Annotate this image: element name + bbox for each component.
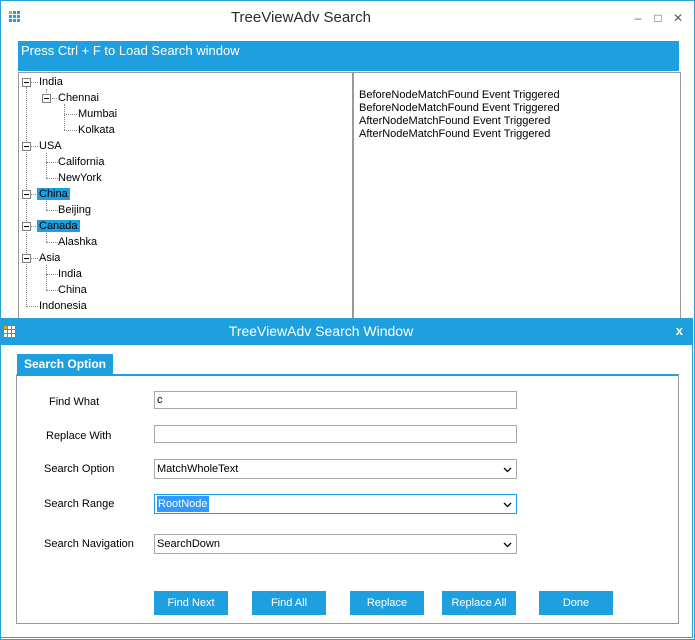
search-navigation-value: SearchDown: [157, 538, 220, 550]
log-line: BeforeNodeMatchFound Event Triggered: [359, 89, 560, 101]
tree-node-label: Beijing: [58, 204, 92, 216]
tree-node-label: Indonesia: [39, 300, 87, 312]
window-title: TreeViewAdv Search: [230, 9, 372, 26]
tree-node[interactable]: Alashka: [56, 234, 99, 250]
tree-node[interactable]: India: [56, 266, 84, 282]
done-button[interactable]: Done: [539, 591, 613, 615]
log-line: AfterNodeMatchFound Event Triggered: [359, 128, 551, 140]
tree-node-label: Asia: [39, 252, 61, 264]
search-option-dropdown[interactable]: MatchWholeText: [154, 459, 517, 479]
replace-with-label: Replace With: [46, 430, 112, 442]
tree-view[interactable]: India Chennai Mumbai Kolkata USA Califor…: [18, 72, 353, 324]
tree-node[interactable]: Asia: [37, 250, 62, 266]
find-what-label: Find What: [49, 396, 100, 408]
search-range-dropdown[interactable]: RootNode: [154, 494, 517, 514]
banner-text: Press Ctrl + F to Load Search window: [21, 43, 240, 58]
tree-node-label: Kolkata: [78, 124, 115, 136]
search-range-label: Search Range: [44, 498, 115, 510]
search-option-value: MatchWholeText: [157, 463, 239, 475]
search-range-value: RootNode: [157, 496, 209, 512]
search-navigation-dropdown[interactable]: SearchDown: [154, 534, 517, 554]
title-bar: TreeViewAdv Search – □ ✕: [1, 1, 694, 35]
tree-node[interactable]: Beijing: [56, 202, 93, 218]
tree-node-label: USA: [39, 140, 62, 152]
close-icon[interactable]: ✕: [668, 11, 688, 25]
find-next-button[interactable]: Find Next: [154, 591, 228, 615]
tab-strip: Search Option: [16, 354, 679, 376]
chevron-down-icon: [503, 542, 512, 548]
collapse-icon[interactable]: [22, 78, 31, 87]
tree-node[interactable]: Kolkata: [76, 122, 117, 138]
find-what-input[interactable]: [154, 391, 517, 409]
tree-node[interactable]: Indonesia: [37, 298, 89, 314]
collapse-icon[interactable]: [22, 142, 31, 151]
tree-node[interactable]: Mumbai: [76, 106, 119, 122]
tree-node-label: California: [58, 156, 105, 168]
event-log[interactable]: BeforeNodeMatchFound Event Triggered Bef…: [353, 72, 681, 324]
collapse-icon[interactable]: [22, 190, 31, 199]
tree-node[interactable]: India: [37, 74, 65, 90]
tree-node[interactable]: California: [56, 154, 106, 170]
dialog-title: TreeViewAdv Search Window: [228, 323, 414, 339]
tree-node[interactable]: Chennai: [56, 90, 101, 106]
replace-button[interactable]: Replace: [350, 591, 424, 615]
tree-node-selected[interactable]: China: [37, 186, 70, 202]
chevron-down-icon: [503, 467, 512, 473]
tree-node-label: India: [58, 268, 82, 280]
replace-all-button[interactable]: Replace All: [442, 591, 516, 615]
log-line: BeforeNodeMatchFound Event Triggered: [359, 102, 560, 114]
collapse-icon[interactable]: [22, 254, 31, 263]
find-all-button[interactable]: Find All: [252, 591, 326, 615]
collapse-icon[interactable]: [42, 94, 51, 103]
tree-node[interactable]: NewYork: [56, 170, 104, 186]
collapse-icon[interactable]: [22, 222, 31, 231]
minimize-icon[interactable]: –: [628, 11, 648, 25]
tree-node-label: China: [58, 284, 87, 296]
search-navigation-label: Search Navigation: [44, 538, 134, 550]
dialog-close-icon[interactable]: x: [676, 323, 683, 338]
tab-search-option[interactable]: Search Option: [17, 354, 114, 374]
chevron-down-icon: [503, 502, 512, 508]
tree-node-label: Mumbai: [78, 108, 118, 120]
banner: Press Ctrl + F to Load Search window: [18, 41, 679, 71]
dialog-title-bar: TreeViewAdv Search Window x: [1, 319, 692, 345]
tree-node-label: Alashka: [58, 236, 98, 248]
window-controls: – □ ✕: [628, 11, 688, 25]
tree-node-label: NewYork: [58, 172, 102, 184]
replace-with-input[interactable]: [154, 425, 517, 443]
tree-node-label: India: [39, 76, 63, 88]
tree-node-label: Chennai: [58, 92, 99, 104]
maximize-icon[interactable]: □: [648, 11, 668, 25]
search-dialog: TreeViewAdv Search Window x Search Optio…: [0, 318, 693, 638]
tree-node-label: China: [37, 188, 70, 200]
tree-node-selected[interactable]: Canada: [37, 218, 80, 234]
search-option-label: Search Option: [44, 463, 115, 475]
log-line: AfterNodeMatchFound Event Triggered: [359, 115, 551, 127]
tree-node-label: Canada: [37, 220, 80, 232]
tree-node[interactable]: China: [56, 282, 89, 298]
tree-node[interactable]: USA: [37, 138, 64, 154]
